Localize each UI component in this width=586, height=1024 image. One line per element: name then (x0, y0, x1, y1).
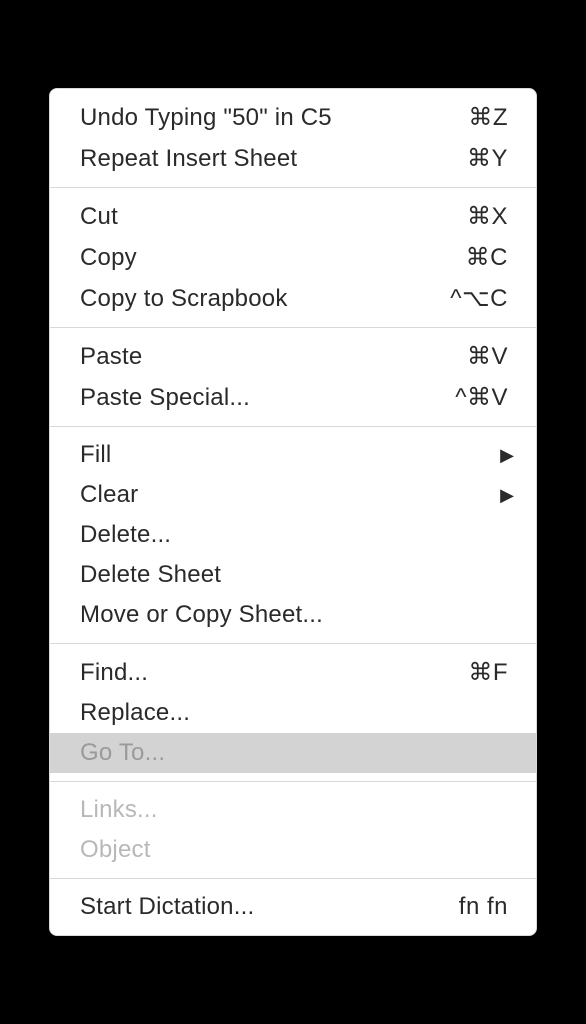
submenu-arrow-icon: ▶ (500, 445, 514, 466)
menu-item-find[interactable]: Find... ⌘F (50, 652, 536, 693)
menu-item-undo[interactable]: Undo Typing "50" in C5 ⌘Z (50, 97, 536, 138)
menu-label: Find... (80, 659, 468, 687)
menu-item-replace[interactable]: Replace... (50, 693, 536, 733)
menu-label: Go To... (80, 739, 508, 767)
menu-shortcut: ^⌘V (455, 383, 508, 412)
menu-label: Move or Copy Sheet... (80, 601, 508, 629)
menu-item-delete-sheet[interactable]: Delete Sheet (50, 555, 536, 595)
menu-item-cut[interactable]: Cut ⌘X (50, 196, 536, 237)
menu-item-go-to[interactable]: Go To... (50, 733, 536, 773)
menu-item-fill[interactable]: Fill ▶ (50, 435, 536, 475)
menu-label: Delete Sheet (80, 561, 508, 589)
menu-item-paste-special[interactable]: Paste Special... ^⌘V (50, 377, 536, 418)
menu-item-copy[interactable]: Copy ⌘C (50, 237, 536, 278)
menu-shortcut: ⌘V (467, 342, 508, 371)
menu-item-move-copy-sheet[interactable]: Move or Copy Sheet... (50, 595, 536, 635)
menu-separator (50, 878, 536, 879)
menu-label: Fill (80, 441, 500, 469)
menu-label: Copy (80, 244, 466, 272)
menu-label: Paste (80, 343, 467, 371)
menu-item-delete[interactable]: Delete... (50, 515, 536, 555)
menu-separator (50, 781, 536, 782)
menu-item-start-dictation[interactable]: Start Dictation... fn fn (50, 887, 536, 927)
menu-label: Copy to Scrapbook (80, 285, 450, 313)
menu-separator (50, 327, 536, 328)
menu-label: Clear (80, 481, 500, 509)
menu-item-clear[interactable]: Clear ▶ (50, 475, 536, 515)
edit-menu: Undo Typing "50" in C5 ⌘Z Repeat Insert … (49, 88, 537, 936)
menu-shortcut: ⌘Y (467, 144, 508, 173)
menu-shortcut: ⌘C (466, 243, 508, 272)
menu-separator (50, 187, 536, 188)
menu-item-links: Links... (50, 790, 536, 830)
menu-label: Start Dictation... (80, 893, 459, 921)
menu-label: Undo Typing "50" in C5 (80, 104, 468, 132)
menu-separator (50, 643, 536, 644)
menu-shortcut: ⌘Z (468, 103, 508, 132)
menu-item-copy-scrapbook[interactable]: Copy to Scrapbook ^⌥C (50, 278, 536, 319)
menu-label: Paste Special... (80, 384, 455, 412)
menu-label: Object (80, 836, 508, 864)
menu-label: Cut (80, 203, 467, 231)
menu-label: Links... (80, 796, 508, 824)
menu-item-paste[interactable]: Paste ⌘V (50, 336, 536, 377)
menu-shortcut: fn fn (459, 893, 508, 921)
menu-shortcut: ⌘X (467, 202, 508, 231)
menu-label: Replace... (80, 699, 508, 727)
menu-separator (50, 426, 536, 427)
menu-item-object: Object (50, 830, 536, 870)
menu-item-repeat[interactable]: Repeat Insert Sheet ⌘Y (50, 138, 536, 179)
submenu-arrow-icon: ▶ (500, 485, 514, 506)
menu-shortcut: ⌘F (468, 658, 508, 687)
menu-label: Delete... (80, 521, 508, 549)
menu-label: Repeat Insert Sheet (80, 145, 467, 173)
menu-shortcut: ^⌥C (450, 284, 508, 313)
